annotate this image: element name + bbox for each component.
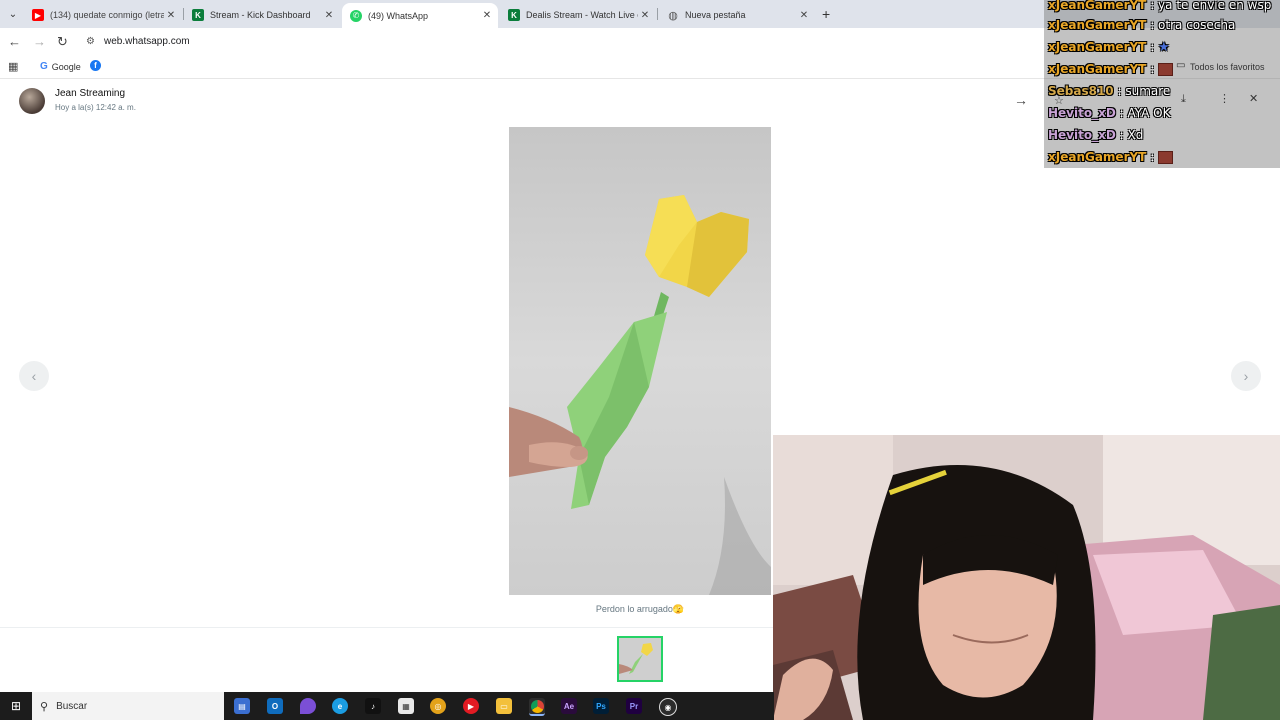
drop-icon[interactable]: [300, 698, 316, 714]
chat-username: Hevito_xD: [1048, 128, 1116, 142]
close-icon[interactable]: ✕: [638, 10, 652, 21]
tab-kick-dashboard[interactable]: K Stream - Kick Dashboard ✕: [184, 3, 340, 27]
chat-username: Sebas810: [1048, 84, 1114, 98]
tab-dealis-stream[interactable]: K Dealis Stream - Watch Live on ✕: [500, 3, 656, 27]
folder-icon: ▭: [1176, 60, 1186, 71]
chrome-icon[interactable]: [529, 698, 545, 716]
youtube-music-icon[interactable]: ▶: [463, 698, 479, 714]
whatsapp-icon: ✆: [350, 9, 362, 22]
after-effects-icon[interactable]: Ae: [561, 698, 577, 714]
premiere-icon[interactable]: Pr: [626, 698, 642, 714]
close-icon[interactable]: ✕: [797, 10, 811, 21]
stream-chat-overlay: Todos los favoritos ▭ ☆ ⤓ ⋮ ✕ xJeanGamer…: [1044, 0, 1280, 168]
more-options-icon[interactable]: ⋮: [1219, 92, 1230, 105]
chat-message: xJeanGamerYT : otra cosecha: [1048, 18, 1236, 32]
address-bar[interactable]: web.whatsapp.com: [104, 36, 190, 47]
outlook-icon[interactable]: O: [267, 698, 283, 714]
facebook-icon[interactable]: f: [90, 60, 101, 71]
chat-username: xJeanGamerYT: [1048, 62, 1147, 76]
chat-text: sumare: [1125, 84, 1171, 98]
chat-message: xJeanGamerYT : ya te envie en wsp: [1048, 0, 1272, 12]
forward-arrow-icon[interactable]: →: [1014, 92, 1028, 108]
tab-search-icon[interactable]: ⌄: [4, 6, 22, 22]
close-icon[interactable]: ✕: [1249, 92, 1258, 105]
origami-tulip-image: [509, 127, 771, 595]
chat-text: Xd: [1127, 128, 1144, 142]
tab-title: Dealis Stream - Watch Live on: [526, 10, 638, 20]
close-icon[interactable]: ✕: [164, 10, 178, 21]
chat-text: otra cosecha: [1158, 18, 1236, 32]
tab-whatsapp[interactable]: ✆ (49) WhatsApp ✕: [342, 3, 498, 28]
next-media-button[interactable]: ›: [1231, 361, 1261, 391]
media-photo: [509, 127, 771, 595]
apps-grid-icon[interactable]: ▦: [8, 60, 18, 73]
kick-icon: K: [508, 9, 520, 21]
avatar[interactable]: [19, 88, 45, 114]
emote-icon: [1158, 62, 1174, 76]
file-explorer-icon[interactable]: ▭: [496, 698, 512, 714]
tab-title: (49) WhatsApp: [368, 10, 429, 21]
chrome-canary-icon[interactable]: ◎: [430, 698, 446, 714]
bookmark-folder-label[interactable]: Todos los favoritos: [1190, 62, 1265, 72]
chat-username: xJeanGamerYT: [1048, 150, 1147, 164]
thumbnail-image: [619, 638, 661, 680]
search-icon: ⚲: [40, 700, 49, 713]
tab-title: Stream - Kick Dashboard: [210, 10, 311, 20]
chrome-logo: [530, 699, 544, 713]
bookmark-google[interactable]: G Google: [40, 61, 81, 72]
tiktok-icon[interactable]: ♪: [365, 698, 381, 714]
tab-youtube[interactable]: ▶ (134) quedate conmigo (letra) - ✕: [24, 3, 182, 27]
chat-username: Hevito_xD: [1048, 106, 1116, 120]
back-arrow-icon[interactable]: ←: [8, 34, 21, 49]
google-icon: G: [40, 61, 48, 72]
tab-new-tab[interactable]: ◍ Nueva pestaña ✕: [659, 3, 815, 27]
edge-icon[interactable]: e: [332, 698, 348, 714]
star-emote-icon: ★: [1158, 39, 1170, 55]
chat-message: Hevito_xD : Xd: [1048, 128, 1144, 142]
chat-message: xJeanGamerYT :: [1048, 59, 1174, 79]
obs-icon[interactable]: ◉: [659, 698, 677, 716]
media-caption: Perdon lo arrugado🫣: [595, 604, 685, 614]
kick-icon: K: [192, 9, 204, 21]
download-icon[interactable]: ⤓: [1181, 93, 1186, 106]
close-icon[interactable]: ✕: [480, 10, 494, 21]
globe-icon: ◍: [668, 9, 678, 22]
reload-icon[interactable]: ↻: [57, 34, 68, 50]
webcam-overlay: [773, 435, 1280, 720]
tab-title: (134) quedate conmigo (letra) -: [50, 10, 164, 20]
photoshop-icon[interactable]: Ps: [593, 698, 609, 714]
webcam-feed-image: [773, 435, 1280, 720]
previous-media-button[interactable]: ‹: [19, 361, 49, 391]
tab-title: Nueva pestaña: [685, 10, 746, 20]
youtube-icon: ▶: [32, 9, 44, 21]
bookmark-label: Google: [51, 61, 81, 72]
forward-arrow-icon[interactable]: →: [33, 34, 46, 49]
emote-icon: [1158, 150, 1174, 164]
search-placeholder: Buscar: [56, 700, 88, 712]
chat-username: xJeanGamerYT: [1048, 18, 1147, 32]
chevron-right-icon: ›: [1243, 368, 1249, 384]
windows-taskbar: ⊞ ⚲ Buscar ▤ O e ♪ ▦ ◎ ▶ ▭ Ae Ps Pr ◉: [0, 692, 774, 720]
taskbar-search-box[interactable]: ⚲ Buscar: [32, 692, 224, 720]
media-thumbnail[interactable]: [617, 636, 663, 682]
task-view-icon[interactable]: ▤: [234, 698, 250, 714]
chat-username: xJeanGamerYT: [1048, 40, 1147, 54]
site-info-icon[interactable]: ⚙: [86, 36, 95, 47]
chat-message: Hevito_xD : AYA OK: [1048, 106, 1171, 120]
calculator-icon[interactable]: ▦: [398, 698, 414, 714]
chat-message: Sebas810 : sumare: [1048, 84, 1171, 98]
tab-divider: [657, 8, 658, 20]
sender-name: Jean Streaming: [55, 88, 126, 99]
message-timestamp: Hoy a la(s) 12:42 a. m.: [55, 103, 136, 112]
new-tab-plus-icon[interactable]: +: [822, 6, 830, 22]
chevron-left-icon: ‹: [31, 368, 37, 384]
chat-message: xJeanGamerYT :: [1048, 147, 1174, 167]
close-icon[interactable]: ✕: [322, 10, 336, 21]
chat-message: xJeanGamerYT : ★: [1048, 39, 1170, 55]
chat-text: ya te envie en wsp: [1158, 0, 1272, 12]
chat-username: xJeanGamerYT: [1048, 0, 1147, 12]
windows-start-icon[interactable]: ⊞: [4, 696, 28, 716]
chat-text: AYA OK: [1127, 106, 1171, 120]
